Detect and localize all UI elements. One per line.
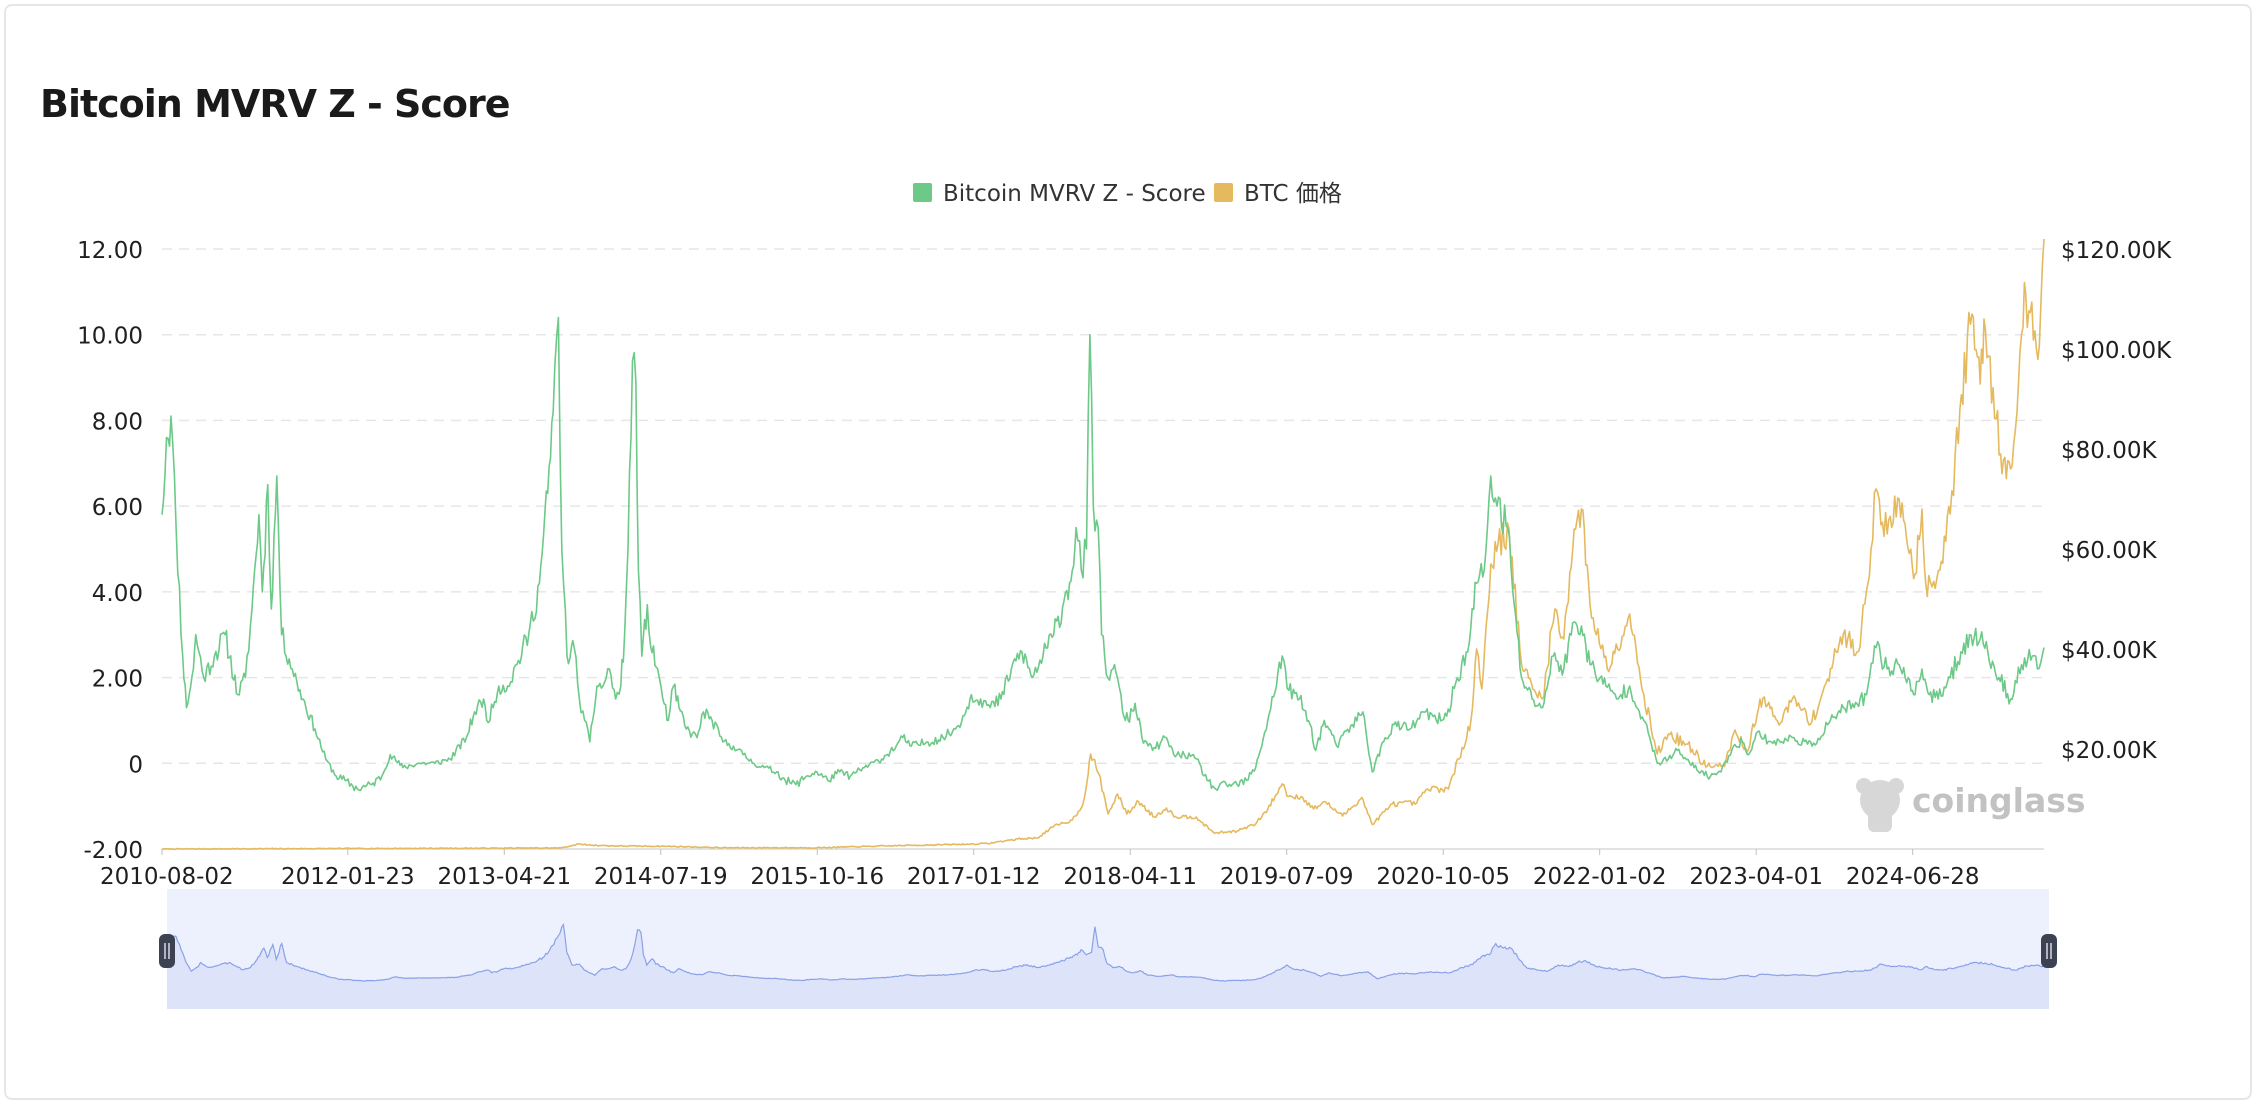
- x-tick-label: 2012-01-23: [281, 864, 415, 890]
- y-left-tick-label: -2.00: [83, 838, 143, 864]
- legend-swatch: [1214, 183, 1233, 202]
- logo-ear-shape: [1888, 778, 1904, 794]
- zoom-handle-left[interactable]: [159, 934, 175, 968]
- x-tick-label: 2015-10-16: [750, 864, 884, 890]
- zoom-handle-right[interactable]: [2041, 934, 2057, 968]
- x-tick-label: 2023-04-01: [1689, 864, 1823, 890]
- y-right-tick-label: $120.00K: [2061, 238, 2172, 264]
- coinglass-logo-icon: [1856, 778, 1904, 832]
- y-right-tick-label: $60.00K: [2061, 538, 2157, 564]
- grid-lines: [162, 248, 2044, 850]
- series-lines[interactable]: [161, 238, 2045, 851]
- y-left-tick-label: 8.00: [92, 409, 143, 435]
- y-right-tick-label: $40.00K: [2061, 638, 2157, 664]
- logo-body-shape: [1868, 812, 1892, 832]
- x-tick-label: 2024-06-28: [1846, 864, 1980, 890]
- y-axis-left: 12.00 10.00 8.00 6.00 4.00 2.00 0 -2.00: [77, 238, 143, 864]
- legend-label: BTC 価格: [1244, 181, 1342, 207]
- legend-item-btc-price[interactable]: BTC 価格: [1214, 181, 1342, 207]
- x-tick-label: 2018-04-11: [1063, 864, 1197, 890]
- y-left-tick-label: 4.00: [92, 581, 143, 607]
- x-axis: 2010-08-02 2012-01-23 2013-04-21 2014-07-19…: [100, 849, 1980, 890]
- y-right-tick-label: $100.00K: [2061, 338, 2172, 364]
- zoom-slider[interactable]: [159, 889, 2057, 1009]
- legend-item-mvrv-zscore[interactable]: Bitcoin MVRV Z - Score: [913, 181, 1206, 207]
- y-right-tick-label: $80.00K: [2061, 438, 2157, 464]
- y-left-tick-label: 2.00: [92, 667, 143, 693]
- x-tick-label: 2017-01-12: [907, 864, 1041, 890]
- x-tick-label: 2022-01-02: [1533, 864, 1667, 890]
- x-tick-label: 2010-08-02: [100, 864, 234, 890]
- y-left-tick-label: 10.00: [77, 324, 143, 350]
- zoom-handle-body: [2041, 934, 2057, 968]
- watermark: coinglass: [1856, 778, 2086, 832]
- watermark-text: coinglass: [1912, 781, 2086, 820]
- logo-ear-shape: [1856, 778, 1872, 794]
- y-right-tick-label: $20.00K: [2061, 738, 2157, 764]
- y-left-tick-label: 6.00: [92, 495, 143, 521]
- legend[interactable]: Bitcoin MVRV Z - Score BTC 価格: [913, 181, 1342, 207]
- x-tick-label: 2014-07-19: [594, 864, 728, 890]
- chart-svg: 12.00 10.00 8.00 6.00 4.00 2.00 0 -2.00 $120.00…: [77, 181, 2172, 1009]
- zoom-handle-body: [159, 934, 175, 968]
- x-tick-label: 2013-04-21: [437, 864, 571, 890]
- y-axis-right: $120.00K $100.00K $80.00K $60.00K $40.00K $20…: [2061, 238, 2172, 764]
- mvrv-zscore-line[interactable]: [161, 316, 2045, 792]
- btc-price-line[interactable]: [161, 238, 2045, 851]
- y-left-tick-label: 0: [128, 752, 143, 778]
- y-left-tick-label: 12.00: [77, 238, 143, 264]
- legend-swatch: [913, 183, 932, 202]
- legend-label: Bitcoin MVRV Z - Score: [943, 181, 1206, 207]
- x-tick-label: 2019-07-09: [1220, 864, 1354, 890]
- x-tick-label: 2020-10-05: [1376, 864, 1510, 890]
